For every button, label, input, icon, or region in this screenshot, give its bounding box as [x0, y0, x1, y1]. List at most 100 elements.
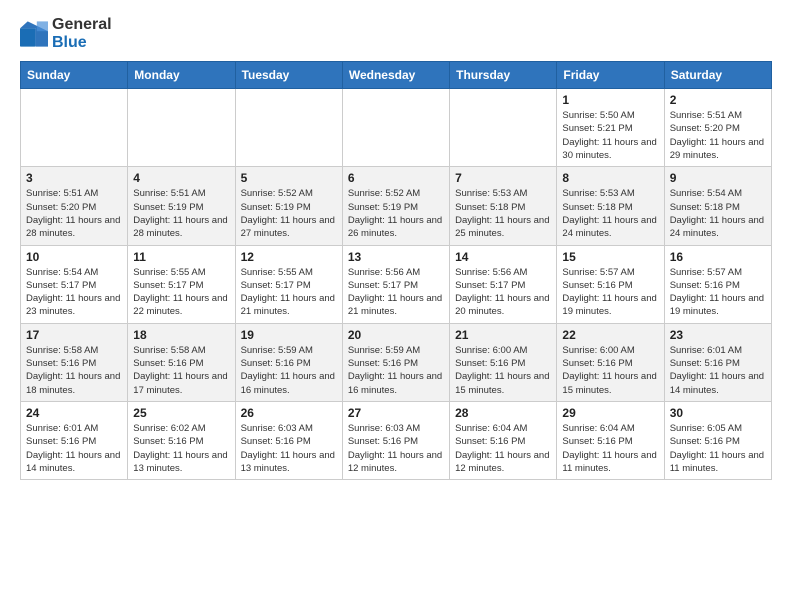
day-number: 16 [670, 250, 766, 264]
day-number: 2 [670, 93, 766, 107]
calendar-cell [21, 89, 128, 167]
day-info: Sunrise: 6:00 AM Sunset: 5:16 PM Dayligh… [562, 344, 658, 397]
day-number: 13 [348, 250, 444, 264]
day-info: Sunrise: 5:51 AM Sunset: 5:19 PM Dayligh… [133, 187, 229, 240]
day-info: Sunrise: 5:55 AM Sunset: 5:17 PM Dayligh… [241, 266, 337, 319]
weekday-header-friday: Friday [557, 62, 664, 89]
calendar-cell: 25 Sunrise: 6:02 AM Sunset: 5:16 PM Dayli… [128, 401, 235, 479]
day-number: 20 [348, 328, 444, 342]
weekday-header-sunday: Sunday [21, 62, 128, 89]
calendar-cell: 9 Sunrise: 5:54 AM Sunset: 5:18 PM Daylig… [664, 167, 771, 245]
day-info: Sunrise: 5:58 AM Sunset: 5:16 PM Dayligh… [26, 344, 122, 397]
day-number: 6 [348, 171, 444, 185]
day-info: Sunrise: 6:02 AM Sunset: 5:16 PM Dayligh… [133, 422, 229, 475]
day-number: 15 [562, 250, 658, 264]
day-number: 27 [348, 406, 444, 420]
calendar-cell: 7 Sunrise: 5:53 AM Sunset: 5:18 PM Daylig… [450, 167, 557, 245]
day-number: 5 [241, 171, 337, 185]
calendar-cell: 16 Sunrise: 5:57 AM Sunset: 5:16 PM Dayli… [664, 245, 771, 323]
day-info: Sunrise: 5:56 AM Sunset: 5:17 PM Dayligh… [348, 266, 444, 319]
day-number: 22 [562, 328, 658, 342]
day-info: Sunrise: 6:04 AM Sunset: 5:16 PM Dayligh… [455, 422, 551, 475]
logo-text: General Blue [52, 16, 112, 51]
day-info: Sunrise: 6:03 AM Sunset: 5:16 PM Dayligh… [348, 422, 444, 475]
day-number: 23 [670, 328, 766, 342]
day-number: 24 [26, 406, 122, 420]
calendar-cell: 14 Sunrise: 5:56 AM Sunset: 5:17 PM Dayli… [450, 245, 557, 323]
day-number: 9 [670, 171, 766, 185]
day-number: 8 [562, 171, 658, 185]
calendar-cell: 3 Sunrise: 5:51 AM Sunset: 5:20 PM Daylig… [21, 167, 128, 245]
calendar-cell: 5Sunrise: 5:52 AM Sunset: 5:19 PM Daylig… [235, 167, 342, 245]
calendar-cell: 22 Sunrise: 6:00 AM Sunset: 5:16 PM Dayli… [557, 323, 664, 401]
calendar-cell [235, 89, 342, 167]
day-number: 14 [455, 250, 551, 264]
weekday-header-saturday: Saturday [664, 62, 771, 89]
calendar-cell: 1 Sunrise: 5:50 AM Sunset: 5:21 PM Daylig… [557, 89, 664, 167]
calendar-cell: 21Sunrise: 6:00 AM Sunset: 5:16 PM Dayli… [450, 323, 557, 401]
page: General Blue SundayMondayTuesdayWednesda… [0, 0, 792, 492]
day-info: Sunrise: 5:54 AM Sunset: 5:18 PM Dayligh… [670, 187, 766, 240]
calendar-cell: 23 Sunrise: 6:01 AM Sunset: 5:16 PM Dayli… [664, 323, 771, 401]
weekday-header-row: SundayMondayTuesdayWednesdayThursdayFrid… [21, 62, 772, 89]
calendar-cell [342, 89, 449, 167]
week-row-4: 17Sunrise: 5:58 AM Sunset: 5:16 PM Dayli… [21, 323, 772, 401]
calendar-cell: 2Sunrise: 5:51 AM Sunset: 5:20 PM Daylig… [664, 89, 771, 167]
day-info: Sunrise: 5:59 AM Sunset: 5:16 PM Dayligh… [348, 344, 444, 397]
day-info: Sunrise: 5:56 AM Sunset: 5:17 PM Dayligh… [455, 266, 551, 319]
day-number: 25 [133, 406, 229, 420]
header: General Blue [20, 16, 772, 51]
calendar-cell [450, 89, 557, 167]
day-number: 3 [26, 171, 122, 185]
day-info: Sunrise: 5:53 AM Sunset: 5:18 PM Dayligh… [562, 187, 658, 240]
day-info: Sunrise: 6:05 AM Sunset: 5:16 PM Dayligh… [670, 422, 766, 475]
day-info: Sunrise: 5:57 AM Sunset: 5:16 PM Dayligh… [562, 266, 658, 319]
calendar-cell: 28Sunrise: 6:04 AM Sunset: 5:16 PM Dayli… [450, 401, 557, 479]
calendar-cell: 11Sunrise: 5:55 AM Sunset: 5:17 PM Dayli… [128, 245, 235, 323]
logo-icon [20, 20, 48, 48]
day-number: 26 [241, 406, 337, 420]
day-info: Sunrise: 5:52 AM Sunset: 5:19 PM Dayligh… [348, 187, 444, 240]
day-number: 4 [133, 171, 229, 185]
day-number: 12 [241, 250, 337, 264]
day-info: Sunrise: 6:01 AM Sunset: 5:16 PM Dayligh… [670, 344, 766, 397]
calendar-cell: 19 Sunrise: 5:59 AM Sunset: 5:16 PM Dayli… [235, 323, 342, 401]
week-row-1: 1 Sunrise: 5:50 AM Sunset: 5:21 PM Daylig… [21, 89, 772, 167]
day-info: Sunrise: 6:01 AM Sunset: 5:16 PM Dayligh… [26, 422, 122, 475]
day-info: Sunrise: 6:03 AM Sunset: 5:16 PM Dayligh… [241, 422, 337, 475]
calendar-cell: 30Sunrise: 6:05 AM Sunset: 5:16 PM Dayli… [664, 401, 771, 479]
calendar-cell: 27 Sunrise: 6:03 AM Sunset: 5:16 PM Dayli… [342, 401, 449, 479]
day-info: Sunrise: 5:58 AM Sunset: 5:16 PM Dayligh… [133, 344, 229, 397]
logo-line1: General [52, 16, 112, 34]
calendar-cell: 17Sunrise: 5:58 AM Sunset: 5:16 PM Dayli… [21, 323, 128, 401]
calendar-cell: 26 Sunrise: 6:03 AM Sunset: 5:16 PM Dayli… [235, 401, 342, 479]
day-info: Sunrise: 5:53 AM Sunset: 5:18 PM Dayligh… [455, 187, 551, 240]
calendar-cell: 4 Sunrise: 5:51 AM Sunset: 5:19 PM Daylig… [128, 167, 235, 245]
calendar-cell [128, 89, 235, 167]
week-row-3: 10Sunrise: 5:54 AM Sunset: 5:17 PM Dayli… [21, 245, 772, 323]
calendar-cell: 15 Sunrise: 5:57 AM Sunset: 5:16 PM Dayli… [557, 245, 664, 323]
logo: General Blue [20, 16, 112, 51]
calendar-cell: 10Sunrise: 5:54 AM Sunset: 5:17 PM Dayli… [21, 245, 128, 323]
day-info: Sunrise: 5:59 AM Sunset: 5:16 PM Dayligh… [241, 344, 337, 397]
calendar-cell: 8 Sunrise: 5:53 AM Sunset: 5:18 PM Daylig… [557, 167, 664, 245]
day-info: Sunrise: 5:50 AM Sunset: 5:21 PM Dayligh… [562, 109, 658, 162]
day-number: 10 [26, 250, 122, 264]
day-info: Sunrise: 5:57 AM Sunset: 5:16 PM Dayligh… [670, 266, 766, 319]
day-number: 1 [562, 93, 658, 107]
weekday-header-thursday: Thursday [450, 62, 557, 89]
calendar-cell: 24 Sunrise: 6:01 AM Sunset: 5:16 PM Dayli… [21, 401, 128, 479]
weekday-header-monday: Monday [128, 62, 235, 89]
calendar-cell: 18 Sunrise: 5:58 AM Sunset: 5:16 PM Dayli… [128, 323, 235, 401]
weekday-header-tuesday: Tuesday [235, 62, 342, 89]
day-info: Sunrise: 6:04 AM Sunset: 5:16 PM Dayligh… [562, 422, 658, 475]
calendar-cell: 20 Sunrise: 5:59 AM Sunset: 5:16 PM Dayli… [342, 323, 449, 401]
weekday-header-wednesday: Wednesday [342, 62, 449, 89]
week-row-2: 3 Sunrise: 5:51 AM Sunset: 5:20 PM Daylig… [21, 167, 772, 245]
day-number: 7 [455, 171, 551, 185]
day-info: Sunrise: 5:51 AM Sunset: 5:20 PM Dayligh… [26, 187, 122, 240]
calendar-table: SundayMondayTuesdayWednesdayThursdayFrid… [20, 61, 772, 480]
calendar-cell: 29Sunrise: 6:04 AM Sunset: 5:16 PM Dayli… [557, 401, 664, 479]
day-number: 18 [133, 328, 229, 342]
day-number: 19 [241, 328, 337, 342]
